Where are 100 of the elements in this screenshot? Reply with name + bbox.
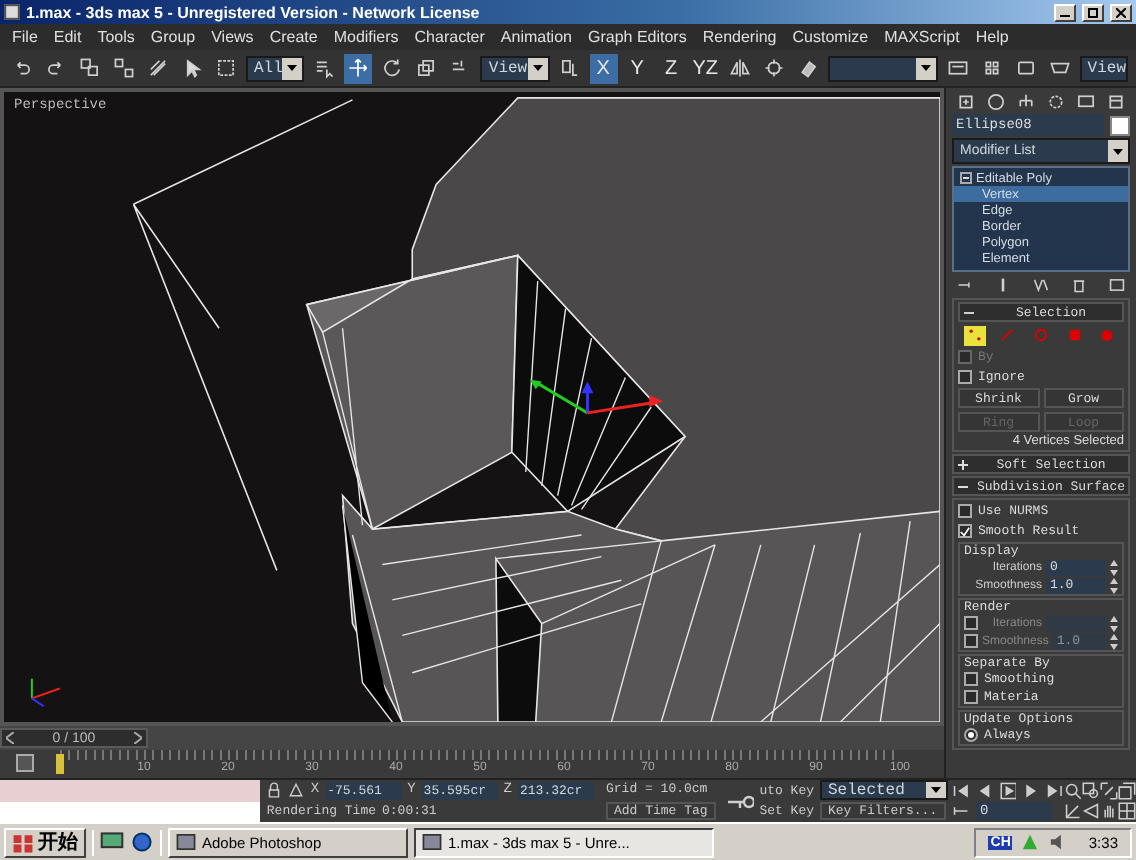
application-icon	[176, 832, 196, 852]
reference-coordinate-dropdown[interactable]: View	[480, 55, 550, 81]
element-icon	[1098, 326, 1117, 344]
menu-item[interactable]: Group	[150, 28, 196, 46]
menu-item[interactable]: Modifiers	[333, 28, 399, 46]
axis-constraint-button[interactable]: Z	[657, 53, 686, 83]
menu-item[interactable]: Help	[975, 28, 1009, 46]
modify-tab-icon	[986, 91, 1006, 111]
configure-sets-icon	[1108, 276, 1126, 294]
checkbox[interactable]	[958, 524, 972, 538]
current-frame-marker[interactable]	[56, 754, 64, 774]
go-to-start-icon	[952, 781, 970, 800]
close-button[interactable]	[1110, 3, 1132, 21]
checkbox[interactable]	[964, 616, 978, 630]
checkbox[interactable]	[964, 672, 978, 686]
spinner-arrows-icon[interactable]	[1110, 577, 1118, 593]
vertex-level-button[interactable]	[963, 325, 986, 345]
menu-item[interactable]: Create	[269, 28, 318, 46]
unlink-button[interactable]	[110, 53, 138, 83]
select-icon	[182, 56, 202, 80]
menu-item[interactable]: MAXScript	[884, 28, 960, 46]
menu-item[interactable]: Edit	[53, 28, 82, 46]
remove-modifier-icon	[1070, 276, 1088, 294]
menu-item[interactable]: Tools	[97, 28, 135, 46]
axis-constraint-button[interactable]: YZ	[691, 53, 720, 83]
named-selection-dropdown[interactable]	[827, 55, 938, 81]
transform-gizmo-icon	[529, 379, 664, 415]
lock-icon	[266, 782, 283, 799]
vertex-icon	[965, 326, 984, 344]
edge-icon	[998, 326, 1017, 344]
display-tab-icon	[1076, 91, 1096, 111]
restore-icon	[1088, 7, 1098, 17]
caret-icon	[1112, 145, 1124, 157]
spinner-arrows-icon[interactable]	[1110, 559, 1118, 575]
window-title: 1.max - 3ds max 5 - Unregistered Version - Network License	[26, 3, 482, 21]
checkbox[interactable]	[958, 370, 972, 384]
pivot-icon	[559, 56, 580, 80]
menu-item[interactable]: Character	[414, 28, 485, 46]
application-icon	[422, 832, 442, 852]
polygon-icon	[1065, 326, 1084, 344]
collapse-icon	[964, 307, 974, 317]
pan-hand-icon	[1100, 802, 1118, 821]
undo-icon	[12, 56, 32, 80]
zoom-icon	[1064, 781, 1082, 800]
object-color-swatch[interactable]	[1110, 115, 1130, 135]
caret-icon	[919, 62, 932, 74]
app-icon	[4, 4, 20, 20]
scale-tool-icon	[416, 56, 437, 80]
align-button[interactable]	[759, 53, 788, 83]
radio-button[interactable]	[964, 728, 978, 742]
mirror-button[interactable]	[725, 53, 754, 83]
spinner-arrows-icon[interactable]	[1110, 615, 1118, 631]
menu-item[interactable]: Views	[211, 28, 254, 46]
zoom-extents-icon	[1100, 781, 1118, 800]
zoom-all-icon	[1082, 781, 1100, 800]
select-by-name-icon	[314, 56, 335, 80]
material-editor-icon	[1015, 56, 1036, 80]
orbit-icon	[1082, 802, 1100, 821]
track-bar-icon[interactable]	[16, 754, 34, 772]
menu-item[interactable]: Rendering	[702, 28, 777, 46]
hierarchy-tab-icon	[1016, 91, 1036, 111]
move-tool-button[interactable]	[344, 53, 373, 83]
menu-item[interactable]: Graph Editors	[587, 28, 687, 46]
motion-tab-icon	[1046, 91, 1066, 111]
utilities-tab-icon	[1106, 91, 1126, 111]
menu-item[interactable]: Customize	[792, 28, 869, 46]
caret-icon	[531, 62, 544, 74]
checkbox[interactable]	[964, 634, 978, 648]
menu-item[interactable]: Animation	[500, 28, 572, 46]
schematic-icon	[981, 56, 1002, 80]
checkbox[interactable]	[964, 690, 978, 704]
field-of-view-icon	[1064, 802, 1082, 821]
caret-icon	[930, 784, 942, 797]
play-icon	[999, 781, 1017, 800]
restore-button[interactable]	[1082, 3, 1104, 21]
key-mode-dropdown[interactable]: Selected	[820, 780, 948, 801]
make-unique-icon	[1032, 276, 1050, 294]
go-to-end-icon	[1046, 781, 1064, 800]
axis-constraint-button[interactable]: X	[589, 53, 618, 83]
axis-constraint-button[interactable]: Y	[623, 53, 652, 83]
caret-icon	[286, 62, 299, 74]
close-icon	[1116, 7, 1126, 17]
zoom-extents-all-icon	[1118, 781, 1136, 800]
collapse-icon[interactable]	[960, 172, 972, 185]
browser-icon	[130, 830, 154, 854]
spinner-arrows-icon[interactable]	[1110, 633, 1118, 649]
absolute-mode-icon	[288, 782, 305, 799]
checkbox[interactable]	[958, 504, 972, 518]
start-button[interactable]: 开始	[4, 827, 86, 857]
selection-filter-dropdown[interactable]: All	[246, 55, 305, 81]
desktop-icon	[100, 830, 124, 854]
border-icon	[1031, 326, 1050, 344]
rotate-tool-icon	[382, 56, 403, 80]
minimize-button[interactable]	[1054, 3, 1076, 21]
eraser-icon	[797, 56, 818, 80]
axis-tripod-icon	[30, 677, 61, 708]
render-type-field[interactable]: View	[1079, 55, 1128, 81]
menu-item[interactable]: File	[12, 28, 38, 46]
mirror-icon	[729, 56, 750, 80]
region-select-icon	[216, 56, 236, 80]
